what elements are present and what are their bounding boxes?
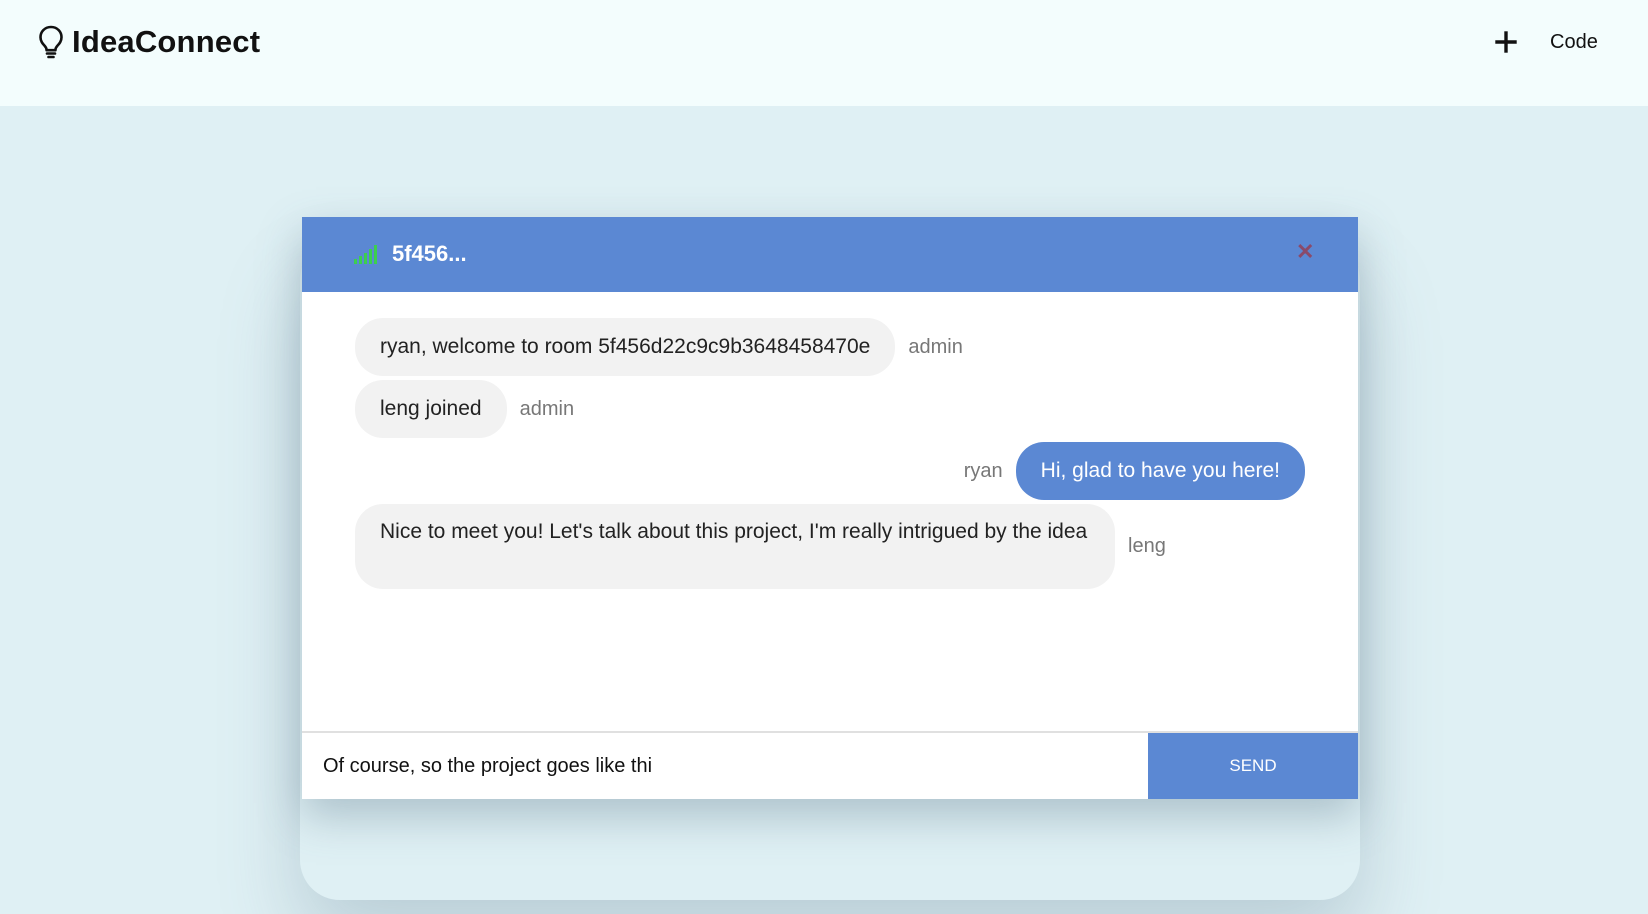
list-item: ryan Hi, glad to have you here! xyxy=(964,442,1305,500)
message-sender: admin xyxy=(908,335,963,358)
app-title: IdeaConnect xyxy=(72,24,261,59)
message-bubble: Hi, glad to have you here! xyxy=(1015,442,1305,500)
signal-strength-icon xyxy=(354,244,380,269)
list-item: Nice to meet you! Let's talk about this … xyxy=(355,504,1166,589)
list-item: ryan, welcome to room 5f456d22c9c9b36484… xyxy=(355,318,963,376)
room-title: 5f456... xyxy=(392,241,467,266)
message-composer: SEND xyxy=(302,731,1358,801)
lightbulb-icon xyxy=(38,25,64,59)
message-bubble: ryan, welcome to room 5f456d22c9c9b36484… xyxy=(355,318,896,376)
plus-icon xyxy=(1495,31,1517,53)
message-list: ryan, welcome to room 5f456d22c9c9b36484… xyxy=(302,292,1358,747)
message-input[interactable] xyxy=(302,733,1148,799)
chat-header: 5f456... ✕ xyxy=(302,217,1358,292)
close-icon[interactable]: ✕ xyxy=(1296,239,1314,265)
top-navbar: IdeaConnect Code xyxy=(0,0,1648,106)
message-sender: admin xyxy=(519,397,575,420)
list-item: leng joined admin xyxy=(355,380,574,438)
message-sender: ryan xyxy=(963,459,1003,482)
chat-window: 5f456... ✕ ryan, welcome to room 5f456d2… xyxy=(302,217,1358,799)
message-bubble: leng joined xyxy=(355,380,507,438)
brand[interactable]: IdeaConnect xyxy=(38,24,260,60)
send-button[interactable]: SEND xyxy=(1148,733,1358,799)
message-sender: leng xyxy=(1128,535,1166,557)
message-bubble: Nice to meet you! Let's talk about this … xyxy=(355,504,1115,589)
code-link[interactable]: Code xyxy=(1550,31,1598,54)
add-button[interactable] xyxy=(1492,24,1520,60)
